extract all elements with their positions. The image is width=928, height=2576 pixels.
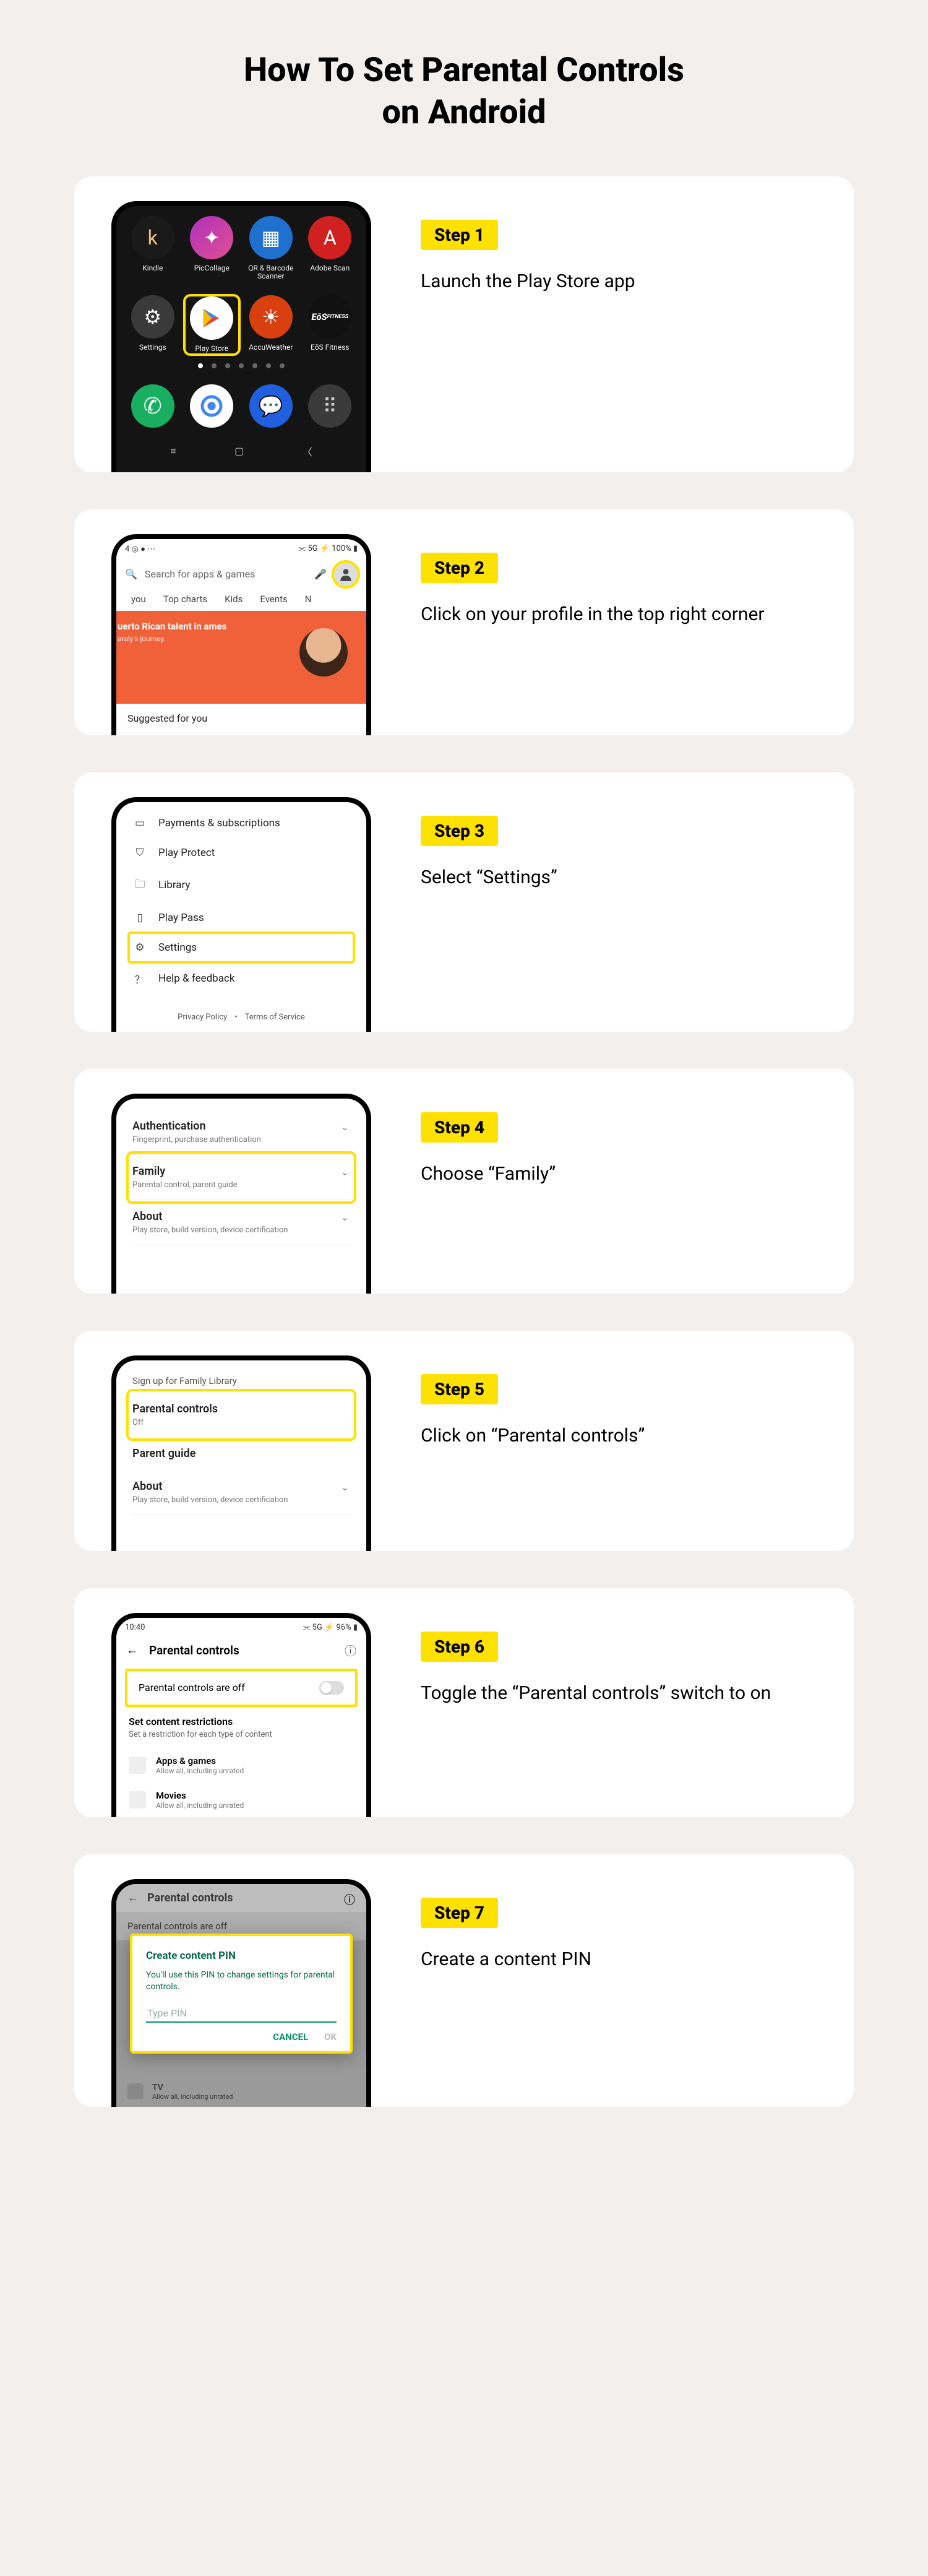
back-icon[interactable]: ← xyxy=(126,1643,138,1658)
menu-play-protect[interactable]: ⛉Play Protect xyxy=(129,838,354,868)
step-5-card: Sign up for Family Library Parental cont… xyxy=(74,1331,854,1551)
parental-controls-toggle-highlighted[interactable]: Parental controls are off xyxy=(125,1669,358,1707)
restrictions-subheading: Set a restriction for each type of conte… xyxy=(116,1730,366,1748)
help-icon[interactable]: ⓘ xyxy=(345,1642,356,1659)
profile-avatar-highlighted[interactable] xyxy=(334,563,358,586)
ok-button[interactable]: OK xyxy=(324,2031,337,2042)
phone-mock-step7: ←Parental controlsⓘ Parental controls ar… xyxy=(111,1879,371,2107)
toggle-switch[interactable] xyxy=(319,1681,344,1695)
menu-help[interactable]: ？Help & feedback xyxy=(129,962,354,995)
card-icon: ▭ xyxy=(132,817,147,829)
chevron-down-icon: ⌄ xyxy=(341,1481,349,1493)
step-description: Click on “Parental controls” xyxy=(421,1423,817,1449)
step-4-card: AuthenticationFingerprint, purchase auth… xyxy=(74,1069,854,1294)
restrictions-heading: Set content restrictions xyxy=(116,1716,366,1730)
phone-mock-step4: AuthenticationFingerprint, purchase auth… xyxy=(111,1094,371,1294)
step-description: Toggle the “Parental controls” switch to… xyxy=(421,1680,817,1706)
suggested-heading: Suggested for you xyxy=(116,712,366,735)
step-6-card: 10:40⫘ 5G ⚡ 96% ▮ ←Parental controlsⓘ Pa… xyxy=(74,1588,854,1817)
android-navbar: ≡ ▢ 〈 xyxy=(116,433,366,472)
step-2-card: 4 ◎ ● ⋯⫘ 5G ⚡ 100% ▮ 🔍 Search for apps &… xyxy=(74,509,854,735)
chevron-down-icon: ⌄ xyxy=(341,1121,349,1133)
movies-icon xyxy=(129,1791,146,1809)
chevron-down-icon: ⌄ xyxy=(341,1211,349,1223)
category-tv: TVAllow all, including unrated xyxy=(127,2083,355,2101)
dialog-message: You'll use this PIN to change settings f… xyxy=(146,1969,337,1994)
settings-family-highlighted[interactable]: FamilyParental control, parent guide⌄ xyxy=(130,1155,353,1200)
step-badge: Step 6 xyxy=(421,1632,498,1662)
step-badge: Step 4 xyxy=(421,1112,498,1143)
about-row[interactable]: AboutPlay store, build version, device c… xyxy=(130,1470,353,1515)
step-description: Click on your profile in the top right c… xyxy=(421,602,817,628)
step-badge: Step 5 xyxy=(421,1374,498,1404)
phone-mock-step3: ▭Payments & subscriptions ⛉Play Protect … xyxy=(111,797,371,1032)
step-badge: Step 2 xyxy=(421,553,498,583)
featured-banner[interactable]: uerto Rican talent in ames araly's journ… xyxy=(116,611,366,704)
help-icon: ？ xyxy=(132,971,147,987)
mic-icon[interactable]: 🎤 xyxy=(314,568,327,580)
step-badge: Step 7 xyxy=(421,1898,498,1928)
nav-home-icon[interactable]: ▢ xyxy=(234,445,244,457)
shield-icon: ⛉ xyxy=(132,847,147,859)
dialog-title: Create content PIN xyxy=(146,1950,337,1962)
step-description: Launch the Play Store app xyxy=(421,269,817,295)
page-title: How To Set Parental Controlson Android xyxy=(74,50,854,133)
step-3-card: ▭Payments & subscriptions ⛉Play Protect … xyxy=(74,772,854,1032)
search-icon[interactable]: 🔍 xyxy=(125,568,137,580)
step-description: Create a content PIN xyxy=(421,1947,817,1973)
search-input[interactable]: Search for apps & games xyxy=(145,568,307,580)
play-store-tabs[interactable]: youTop chartsKidsEventsN xyxy=(116,594,366,611)
settings-authentication[interactable]: AuthenticationFingerprint, purchase auth… xyxy=(130,1110,353,1155)
phone-mock-step1: kKindle ✦PicCollage ▦QR & Barcode Scanne… xyxy=(111,201,371,472)
gear-icon: ⚙ xyxy=(132,941,147,954)
parent-guide-row[interactable]: Parent guide xyxy=(130,1437,353,1470)
step-1-card: kKindle ✦PicCollage ▦QR & Barcode Scanne… xyxy=(74,176,854,472)
step-badge: Step 1 xyxy=(421,220,498,250)
category-movies[interactable]: MoviesAllow all, including unrated xyxy=(116,1783,366,1817)
parental-controls-row-highlighted[interactable]: Parental controlsOff xyxy=(130,1393,353,1437)
cancel-button[interactable]: CANCEL xyxy=(273,2031,308,2042)
menu-payments[interactable]: ▭Payments & subscriptions xyxy=(129,808,354,838)
policy-links[interactable]: Privacy Policy•Terms of Service xyxy=(116,1006,366,1032)
category-apps-games[interactable]: Apps & gamesAllow all, including unrated xyxy=(116,1748,366,1783)
nav-back-icon[interactable]: 〈 xyxy=(303,444,312,459)
menu-settings-highlighted[interactable]: ⚙Settings xyxy=(129,933,354,962)
apps-icon xyxy=(129,1757,146,1774)
step-badge: Step 3 xyxy=(421,816,498,846)
play-store-app-highlighted[interactable]: Play Store xyxy=(184,295,240,354)
phone-mock-step6: 10:40⫘ 5G ⚡ 96% ▮ ←Parental controlsⓘ Pa… xyxy=(111,1613,371,1817)
step-description: Select “Settings” xyxy=(421,865,817,891)
phone-mock-step2: 4 ◎ ● ⋯⫘ 5G ⚡ 100% ▮ 🔍 Search for apps &… xyxy=(111,534,371,735)
step-description: Choose “Family” xyxy=(421,1161,817,1187)
family-library-link[interactable]: Sign up for Family Library xyxy=(130,1372,353,1393)
nav-recents-icon[interactable]: ≡ xyxy=(170,445,176,457)
menu-library[interactable]: 🗀Library xyxy=(129,868,354,903)
menu-play-pass[interactable]: ▯Play Pass xyxy=(129,903,354,933)
settings-about[interactable]: AboutPlay store, build version, device c… xyxy=(130,1200,353,1245)
pin-input[interactable]: Type PIN xyxy=(146,2005,337,2023)
phone-mock-step5: Sign up for Family Library Parental cont… xyxy=(111,1355,371,1551)
create-pin-dialog-highlighted: Create content PIN You'll use this PIN t… xyxy=(130,1934,353,2054)
chevron-down-icon: ⌄ xyxy=(341,1166,349,1178)
step-7-card: ←Parental controlsⓘ Parental controls ar… xyxy=(74,1854,854,2107)
folder-icon: 🗀 xyxy=(132,876,147,894)
ticket-icon: ▯ xyxy=(132,912,147,924)
